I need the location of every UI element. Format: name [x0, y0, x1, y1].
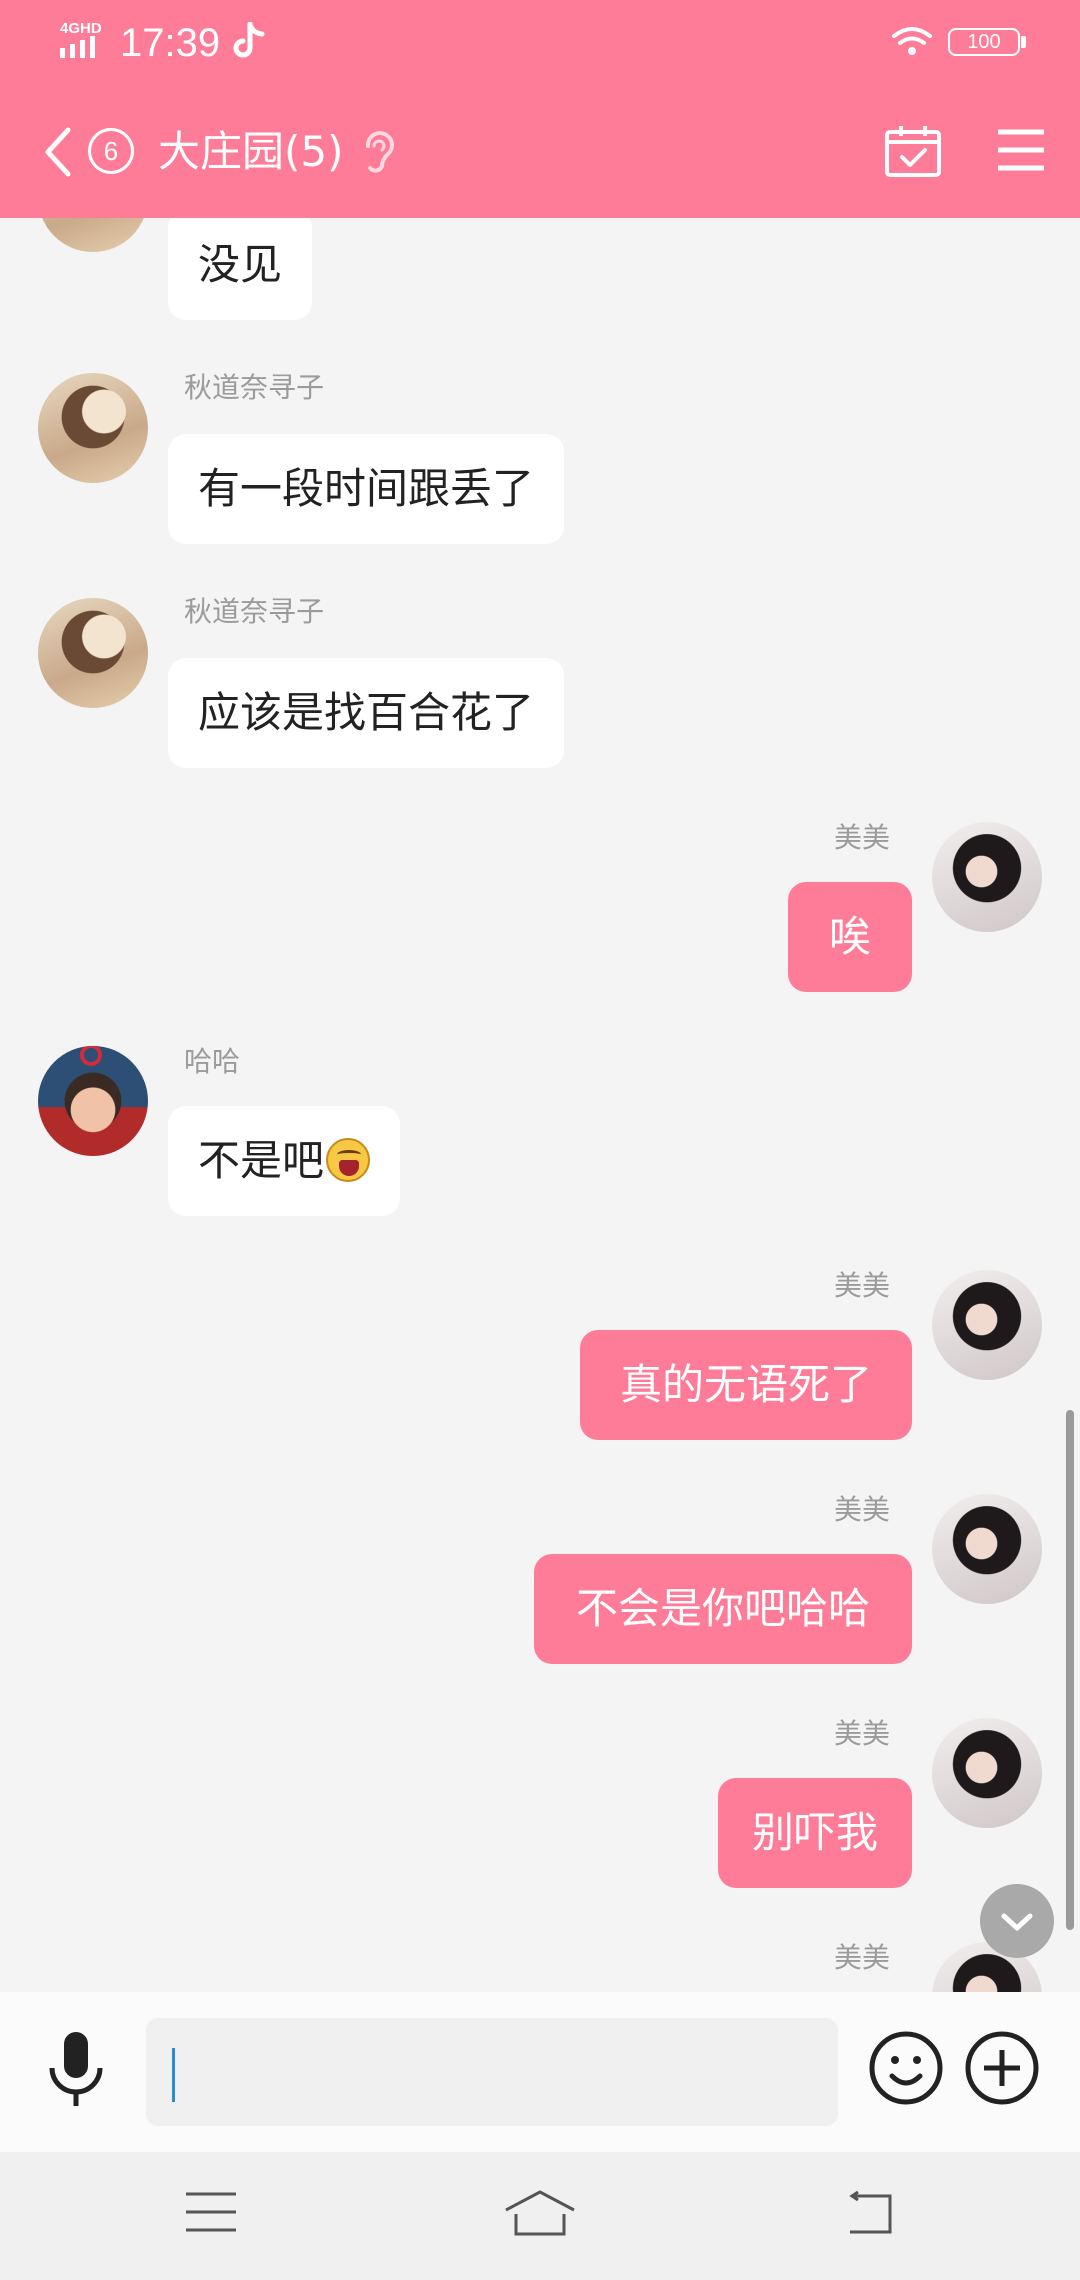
message-bubble[interactable]: 唉 — [788, 882, 912, 992]
sender-name: 秋道奈寻子 — [184, 595, 325, 628]
chevron-down-icon — [1001, 1913, 1033, 1931]
scrollbar[interactable] — [1066, 1410, 1074, 1930]
antenna-decoration — [80, 1046, 102, 1066]
message-bubble[interactable]: 不是吧 — [168, 1106, 401, 1216]
tiktok-icon — [233, 22, 265, 58]
message-bubble[interactable]: 有一段时间跟丢了 — [168, 434, 565, 544]
sender-name: 美美 — [833, 1717, 890, 1750]
avatar[interactable] — [932, 822, 1042, 932]
wifi-icon — [892, 27, 932, 55]
battery-level: 100 — [967, 31, 1001, 53]
ear-icon[interactable] — [360, 128, 394, 176]
avatar[interactable] — [38, 373, 148, 483]
avatar[interactable] — [932, 1270, 1042, 1380]
chat-title[interactable]: 大庄园(5) — [158, 124, 344, 180]
signal-icon — [60, 36, 95, 58]
message-bubble[interactable]: 没见 — [168, 218, 313, 320]
system-nav-bar — [0, 2152, 1080, 2280]
calendar-check-icon[interactable] — [884, 124, 942, 178]
laughing-emoji-icon — [326, 1137, 371, 1182]
microphone-icon[interactable] — [40, 2028, 112, 2112]
avatar[interactable] — [38, 1046, 148, 1156]
smiley-icon[interactable] — [868, 2030, 944, 2106]
battery-icon: 100 — [948, 28, 1020, 56]
menu-icon[interactable] — [996, 128, 1046, 172]
avatar[interactable] — [38, 598, 148, 708]
nav-back-icon[interactable] — [842, 2190, 896, 2236]
sender-name: 哈哈 — [184, 1045, 241, 1078]
scroll-to-bottom-button[interactable] — [980, 1884, 1054, 1958]
message-bubble[interactable]: 应该是找百合花了 — [168, 658, 565, 768]
back-icon[interactable] — [42, 126, 72, 178]
sender-name: 秋道奈寻子 — [184, 371, 325, 404]
text-caret — [172, 2048, 175, 2102]
nav-menu-icon[interactable] — [184, 2190, 238, 2234]
sender-name: 美美 — [833, 821, 890, 854]
network-type: 4GHD — [60, 20, 102, 37]
message-bubble[interactable]: 真的无语死了 — [580, 1330, 912, 1440]
battery-tip — [1021, 36, 1026, 48]
top-bar: 4GHD 17:39 100 6 大庄园(5) — [0, 0, 1080, 218]
avatar[interactable] — [38, 218, 148, 252]
nav-home-icon[interactable] — [504, 2188, 576, 2238]
status-time: 17:39 — [120, 21, 221, 65]
message-bubble[interactable]: 别吓我 — [718, 1778, 912, 1888]
message-bubble[interactable]: 不会是你吧哈哈 — [534, 1554, 912, 1664]
message-text: 不是吧 — [198, 1136, 325, 1185]
message-list[interactable]: 没见 秋道奈寻子 有一段时间跟丢了 秋道奈寻子 应该是找百合花了 美美 唉 哈哈… — [0, 218, 1080, 1992]
input-bar — [0, 1992, 1080, 2152]
unread-count-badge[interactable]: 6 — [88, 128, 134, 174]
avatar[interactable] — [932, 1494, 1042, 1604]
plus-circle-icon[interactable] — [964, 2030, 1040, 2106]
sender-name: 美美 — [833, 1269, 890, 1302]
sender-name: 美美 — [833, 1941, 890, 1974]
message-input[interactable] — [146, 2018, 838, 2126]
avatar[interactable] — [932, 1718, 1042, 1828]
sender-name: 美美 — [833, 1493, 890, 1526]
